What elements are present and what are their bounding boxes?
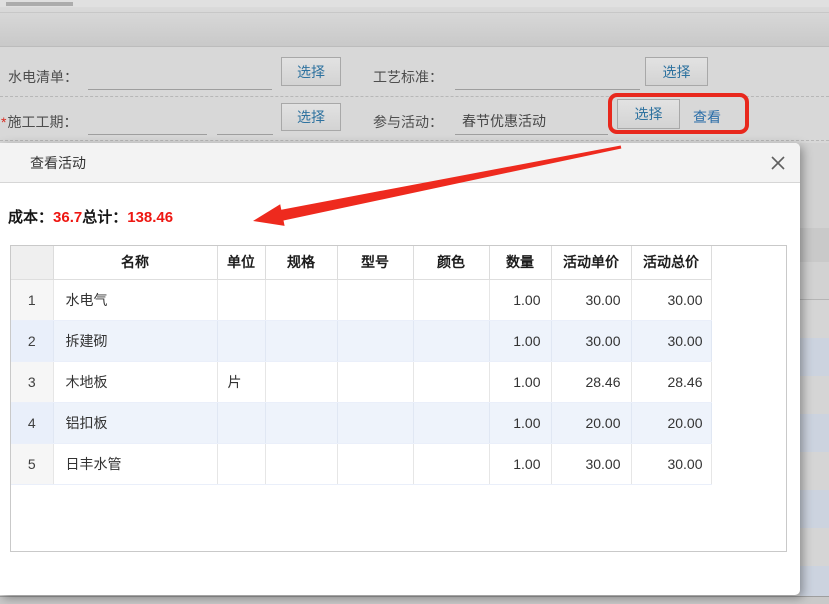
view-activity-dialog: 查看活动 成本：36.7总计：138.46 名称 bbox=[0, 143, 800, 595]
cell-spec bbox=[265, 320, 337, 361]
activity-select-button[interactable]: 选择 bbox=[617, 99, 680, 129]
dialog-title: 查看活动 bbox=[30, 143, 86, 183]
scrollbar-thumb bbox=[6, 2, 73, 6]
craft-standard-label: 工艺标准： bbox=[373, 67, 443, 87]
construction-period-label: *施工工期： bbox=[1, 112, 77, 132]
cell-color bbox=[413, 320, 489, 361]
table-header-row: 名称 单位 规格 型号 颜色 数量 活动单价 活动总价 bbox=[11, 246, 711, 279]
cell-name: 木地板 bbox=[53, 361, 217, 402]
table-row: 2 拆建砌 1.00 30.00 30.00 bbox=[11, 320, 711, 361]
cost-summary: 成本：36.7总计：138.46 bbox=[8, 206, 173, 227]
dimmed-section-header bbox=[800, 228, 829, 262]
table-row: 1 水电气 1.00 30.00 30.00 bbox=[11, 279, 711, 320]
craft-standard-input[interactable] bbox=[455, 89, 640, 90]
cell-unit bbox=[217, 402, 265, 443]
cell-total-price: 30.00 bbox=[631, 320, 711, 361]
col-header-qty: 数量 bbox=[489, 246, 551, 279]
table-row: 5 日丰水管 1.00 30.00 30.00 bbox=[11, 443, 711, 484]
water-list-select-button[interactable]: 选择 bbox=[281, 57, 341, 86]
close-icon bbox=[770, 155, 786, 171]
water-list-input[interactable] bbox=[88, 89, 272, 90]
cell-qty: 1.00 bbox=[489, 320, 551, 361]
craft-standard-select-button[interactable]: 选择 bbox=[645, 57, 708, 86]
toolbar-divider bbox=[0, 12, 829, 13]
required-asterisk: * bbox=[1, 114, 6, 130]
bottom-status-strip bbox=[0, 596, 829, 604]
activity-items-table: 名称 单位 规格 型号 颜色 数量 活动单价 活动总价 1 水电气 bbox=[11, 246, 712, 485]
cell-unit bbox=[217, 320, 265, 361]
cell-total-price: 20.00 bbox=[631, 402, 711, 443]
cell-name: 日丰水管 bbox=[53, 443, 217, 484]
cost-label: 成本： bbox=[8, 209, 53, 226]
cell-color bbox=[413, 279, 489, 320]
cell-name: 铝扣板 bbox=[53, 402, 217, 443]
table-row: 4 铝扣板 1.00 20.00 20.00 bbox=[11, 402, 711, 443]
cell-unit-price: 30.00 bbox=[551, 279, 631, 320]
cell-color bbox=[413, 402, 489, 443]
cell-model bbox=[337, 402, 413, 443]
cell-color bbox=[413, 361, 489, 402]
cell-unit bbox=[217, 279, 265, 320]
cell-unit-price: 28.46 bbox=[551, 361, 631, 402]
close-button[interactable] bbox=[764, 149, 792, 177]
cell-index: 1 bbox=[11, 279, 53, 320]
cell-spec bbox=[265, 443, 337, 484]
dialog-header: 查看活动 bbox=[0, 143, 800, 183]
cell-model bbox=[337, 443, 413, 484]
col-header-color: 颜色 bbox=[413, 246, 489, 279]
form-row-divider bbox=[0, 96, 829, 97]
cell-total-price: 28.46 bbox=[631, 361, 711, 402]
cell-name: 水电气 bbox=[53, 279, 217, 320]
construction-period-select-button[interactable]: 选择 bbox=[281, 103, 341, 131]
cell-model bbox=[337, 320, 413, 361]
col-header-unit: 单位 bbox=[217, 246, 265, 279]
cell-unit-price: 30.00 bbox=[551, 320, 631, 361]
cell-total-price: 30.00 bbox=[631, 279, 711, 320]
form-row-divider-2 bbox=[0, 140, 829, 141]
cell-model bbox=[337, 279, 413, 320]
cell-qty: 1.00 bbox=[489, 361, 551, 402]
cell-name: 拆建砌 bbox=[53, 320, 217, 361]
cell-spec bbox=[265, 361, 337, 402]
cell-color bbox=[413, 443, 489, 484]
total-label: 总计： bbox=[82, 209, 127, 226]
cell-unit: 片 bbox=[217, 361, 265, 402]
period-start-input[interactable] bbox=[88, 134, 207, 135]
cell-index: 3 bbox=[11, 361, 53, 402]
col-header-model: 型号 bbox=[337, 246, 413, 279]
cell-index: 5 bbox=[11, 443, 53, 484]
cell-unit bbox=[217, 443, 265, 484]
water-list-label: 水电清单： bbox=[8, 67, 78, 87]
col-header-activity-unit-price: 活动单价 bbox=[551, 246, 631, 279]
activity-items-table-container: 名称 单位 规格 型号 颜色 数量 活动单价 活动总价 1 水电气 bbox=[10, 245, 787, 552]
col-header-name: 名称 bbox=[53, 246, 217, 279]
cell-qty: 1.00 bbox=[489, 443, 551, 484]
cell-total-price: 30.00 bbox=[631, 443, 711, 484]
col-header-spec: 规格 bbox=[265, 246, 337, 279]
cell-unit-price: 30.00 bbox=[551, 443, 631, 484]
table-row: 3 木地板 片 1.00 28.46 28.46 bbox=[11, 361, 711, 402]
cost-value: 36.7 bbox=[53, 209, 82, 226]
cell-qty: 1.00 bbox=[489, 279, 551, 320]
period-end-input[interactable] bbox=[217, 134, 273, 135]
activity-input[interactable] bbox=[455, 134, 608, 135]
dimmed-table-rows bbox=[800, 300, 829, 596]
activity-value: 春节优惠活动 bbox=[462, 111, 546, 131]
cell-spec bbox=[265, 402, 337, 443]
cell-spec bbox=[265, 279, 337, 320]
col-header-activity-total-price: 活动总价 bbox=[631, 246, 711, 279]
cell-model bbox=[337, 361, 413, 402]
cell-index: 4 bbox=[11, 402, 53, 443]
col-header-index bbox=[11, 246, 53, 279]
activity-label: 参与活动： bbox=[373, 112, 443, 132]
toolbar-band bbox=[0, 7, 829, 47]
cell-unit-price: 20.00 bbox=[551, 402, 631, 443]
total-value: 138.46 bbox=[127, 209, 173, 226]
top-scroll-strip bbox=[0, 0, 829, 7]
activity-view-link[interactable]: 查看 bbox=[693, 107, 721, 127]
app-window: 水电清单： 选择 工艺标准： 选择 *施工工期： 选择 参与活动： 春节优惠活动… bbox=[0, 0, 829, 604]
cell-qty: 1.00 bbox=[489, 402, 551, 443]
cell-index: 2 bbox=[11, 320, 53, 361]
